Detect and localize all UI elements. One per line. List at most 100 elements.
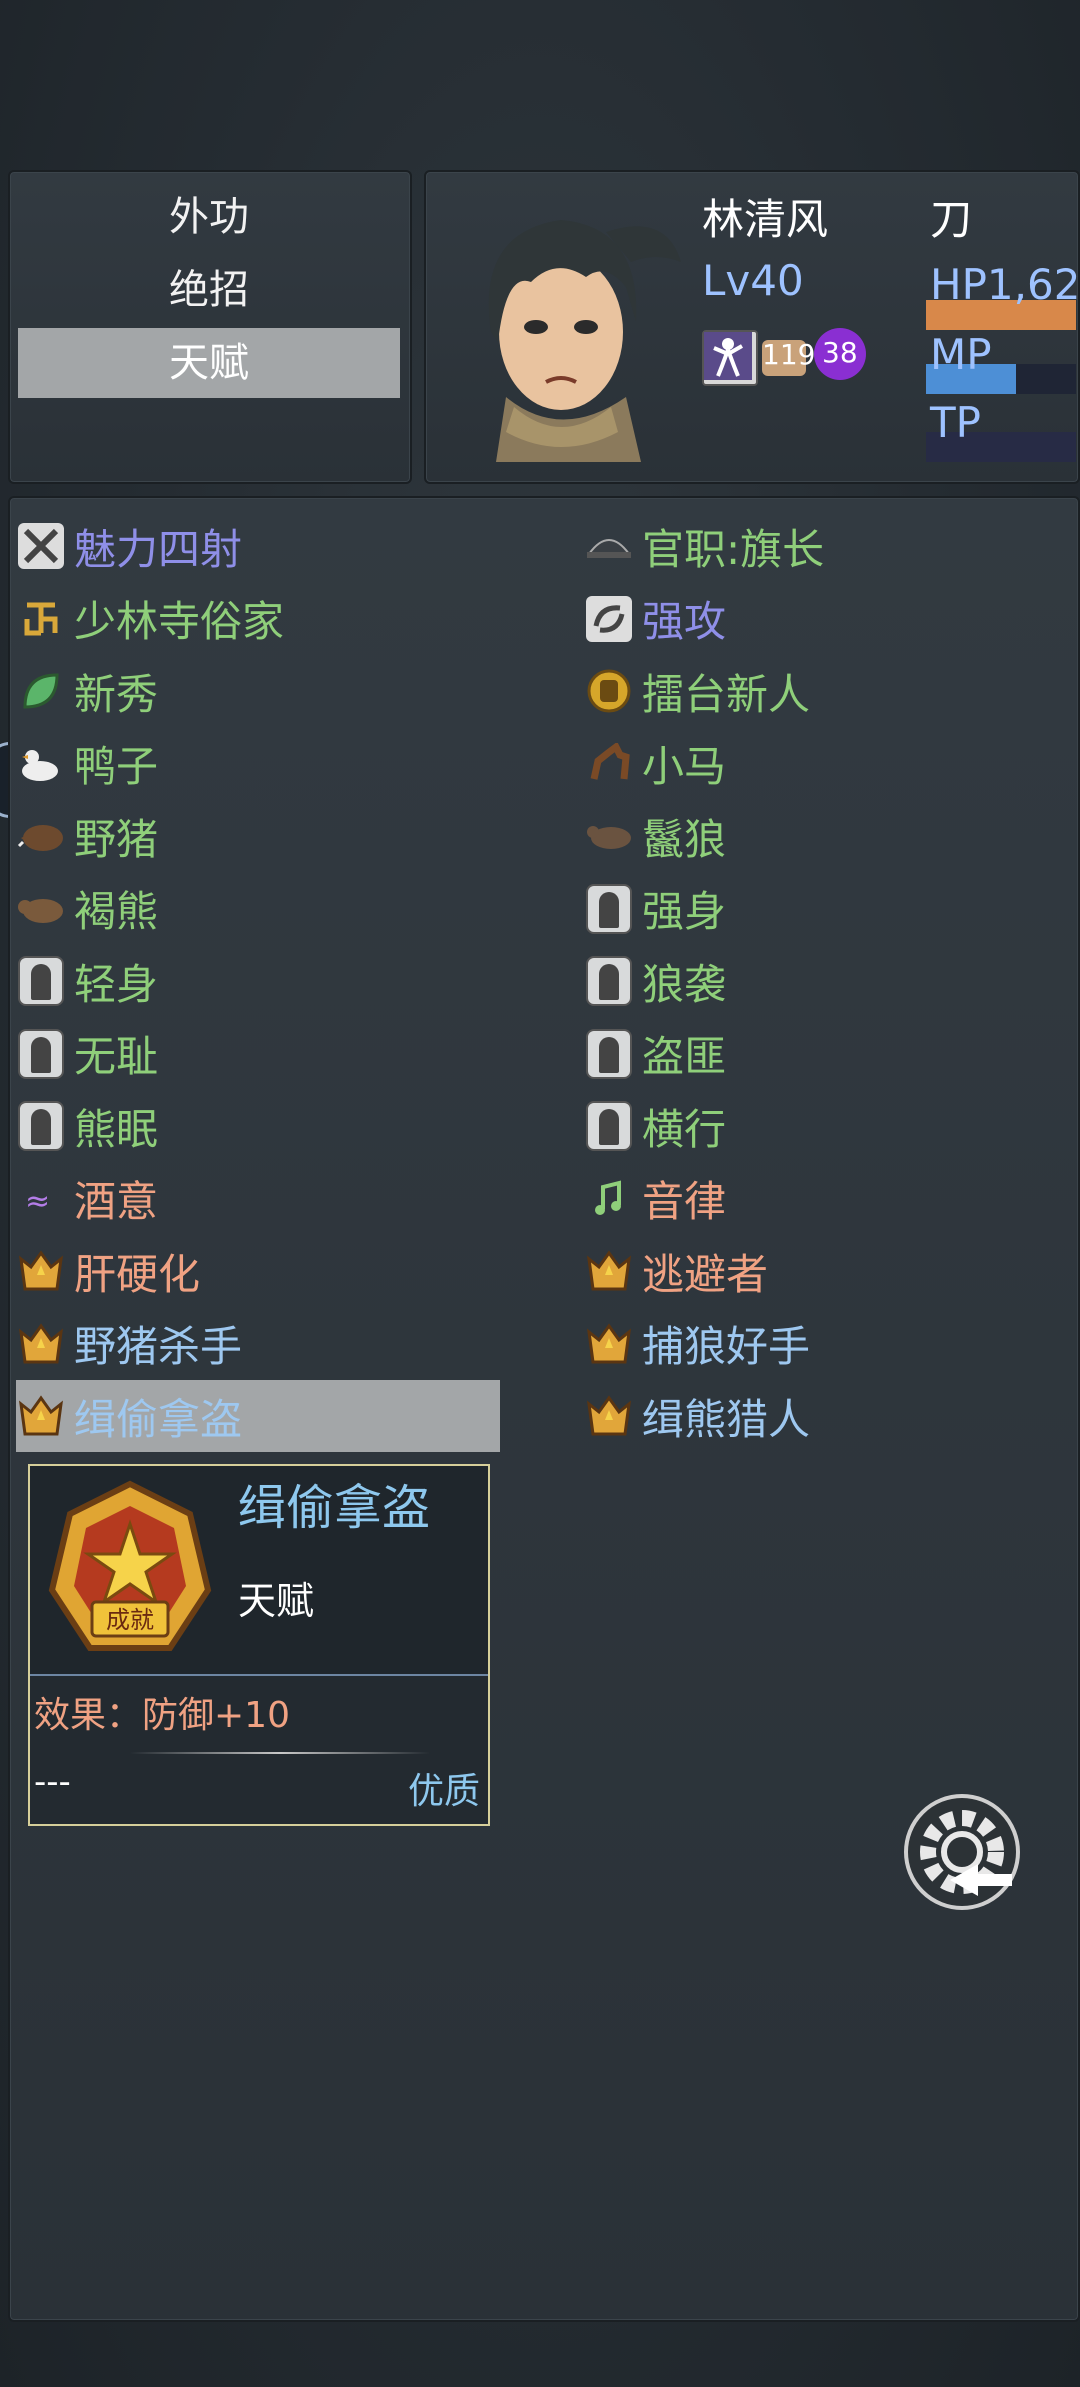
talent-right-5[interactable]: 强身	[584, 873, 1068, 945]
detail-divider	[130, 1752, 430, 1754]
talent-left-7[interactable]: 无耻	[16, 1018, 500, 1090]
talent-label: 横行	[642, 1104, 727, 1154]
swastika-icon	[16, 594, 66, 644]
silhouette-icon	[16, 1101, 66, 1151]
talent-label: 酒意	[74, 1177, 159, 1226]
talent-right-6[interactable]: 狼袭	[584, 945, 1068, 1017]
wine-icon: ≈	[16, 1174, 66, 1224]
crown-icon	[584, 1391, 634, 1441]
talent-detail-title: 缉偷拿盗	[238, 1480, 431, 1536]
menu-item-waigong[interactable]: 外功	[18, 182, 400, 252]
talent-right-3[interactable]: 小马	[584, 728, 1068, 800]
leaf-icon	[16, 666, 66, 716]
silhouette-icon	[584, 1028, 634, 1079]
talent-left-6[interactable]: 轻身	[16, 945, 500, 1017]
fist-icon	[584, 666, 634, 716]
bear-icon	[16, 884, 66, 934]
talent-label: 魅力四射	[74, 524, 243, 574]
talent-label: 少林寺俗家	[74, 597, 285, 646]
silhouette-icon	[584, 1101, 634, 1151]
achievement-badge-icon: 成就	[48, 1480, 212, 1651]
talent-label: 擂台新人	[642, 669, 811, 719]
swirl-icon	[584, 594, 634, 644]
crown-icon	[584, 1246, 634, 1296]
crown-icon	[16, 1319, 66, 1369]
talent-label: 强身	[642, 887, 727, 936]
talent-label: 熊眠	[74, 1104, 159, 1154]
talent-label: 缉偷拿盗	[74, 1394, 243, 1444]
boar-icon	[16, 811, 66, 861]
talent-label: 鬣狼	[642, 814, 727, 864]
talent-right-0[interactable]: 官职:旗长	[584, 510, 1068, 582]
talent-label: 肝硬化	[74, 1249, 201, 1299]
talent-label: 缉熊猎人	[642, 1394, 811, 1444]
talent-right-12[interactable]: 缉熊猎人	[584, 1380, 1068, 1452]
menu-item-tianfu[interactable]: 天赋	[18, 328, 400, 398]
talent-right-9[interactable]: 音律	[584, 1163, 1068, 1235]
hyena-icon	[584, 811, 634, 861]
settings-back-button[interactable]	[900, 1790, 1030, 1920]
command-menu: 外功 绝招 天赋	[8, 170, 412, 484]
talent-detail-category: 天赋	[238, 1579, 315, 1623]
talent-right-7[interactable]: 盗匪	[584, 1018, 1068, 1090]
duck-icon	[16, 739, 66, 789]
talent-right-1[interactable]: 强攻	[584, 583, 1068, 655]
talent-label: 小马	[642, 742, 727, 791]
talent-right-8[interactable]: 横行	[584, 1090, 1068, 1162]
talent-detail-effect: 效果：防御+10	[34, 1695, 290, 1736]
svg-text:≈: ≈	[25, 1184, 50, 1219]
talent-label: 无耻	[74, 1032, 159, 1081]
talent-label: 捕狼好手	[642, 1322, 811, 1371]
talent-left-2[interactable]: 新秀	[16, 655, 500, 727]
talent-left-1[interactable]: 少林寺俗家	[16, 583, 500, 655]
talent-detail-quality: 优质	[407, 1771, 480, 1812]
talent-left-4[interactable]: 野猪	[16, 800, 500, 872]
talent-detail-header: 成就 缉偷拿盗 天赋	[30, 1466, 488, 1676]
official-hat-icon	[584, 521, 634, 571]
talent-left-3[interactable]: 鸭子	[16, 728, 500, 800]
talent-detail-note: ---	[34, 1762, 71, 1802]
talent-label: 官职:旗长	[642, 524, 825, 574]
talent-label: 褐熊	[74, 887, 159, 936]
talent-label: 野猪杀手	[74, 1322, 243, 1371]
talent-left-11[interactable]: 野猪杀手	[16, 1308, 500, 1380]
state-count-1: 119	[762, 338, 816, 371]
talent-label: 逃避者	[642, 1249, 769, 1299]
tp-label: TP	[930, 398, 981, 447]
hp-label: HP1,62	[930, 260, 1080, 309]
talent-right-2[interactable]: 擂台新人	[584, 655, 1068, 727]
silhouette-icon	[16, 1028, 66, 1079]
talent-label: 鸭子	[74, 742, 159, 791]
character-status: 林清风 刀 Lv40 119 38 HP1,62 MP TP	[424, 170, 1080, 484]
talent-detail-card: 成就 缉偷拿盗 天赋 效果：防御+10 --- 优质	[28, 1464, 490, 1826]
talent-left-10[interactable]: 肝硬化	[16, 1235, 500, 1307]
talent-label: 盗匪	[642, 1032, 727, 1081]
crown-icon	[584, 1319, 634, 1369]
silhouette-icon	[16, 956, 66, 1006]
talent-label: 狼袭	[642, 959, 727, 1009]
state-count-2: 38	[822, 336, 858, 369]
talent-right-4[interactable]: 鬣狼	[584, 800, 1068, 872]
sparkle-icon	[16, 521, 66, 571]
character-weapon: 刀	[930, 195, 973, 244]
menu-item-juezhao[interactable]: 绝招	[18, 255, 400, 325]
talent-left-12[interactable]: 缉偷拿盗	[16, 1380, 500, 1452]
talent-left-0[interactable]: 魅力四射	[16, 510, 500, 582]
music-icon	[584, 1174, 634, 1224]
crown-icon	[16, 1246, 66, 1296]
silhouette-icon	[584, 883, 634, 934]
crown-icon	[16, 1391, 66, 1441]
talent-label: 野猪	[74, 814, 159, 864]
talent-left-5[interactable]: 褐熊	[16, 873, 500, 945]
badge-text: 成就	[106, 1606, 154, 1634]
character-level: Lv40	[702, 256, 804, 305]
character-portrait	[488, 220, 681, 462]
state-icon-dancer	[702, 330, 758, 386]
silhouette-icon	[584, 956, 634, 1006]
talent-left-8[interactable]: 熊眠	[16, 1090, 500, 1162]
talent-right-11[interactable]: 捕狼好手	[584, 1308, 1068, 1380]
talent-right-10[interactable]: 逃避者	[584, 1235, 1068, 1307]
talent-list-panel: 魅力四射少林寺俗家新秀鸭子野猪褐熊轻身无耻熊眠 ≈ 酒意肝硬化野猪杀手缉偷拿盗 官职…	[8, 496, 1080, 2322]
talent-left-9[interactable]: ≈ 酒意	[16, 1163, 500, 1235]
talent-label: 轻身	[74, 959, 159, 1009]
